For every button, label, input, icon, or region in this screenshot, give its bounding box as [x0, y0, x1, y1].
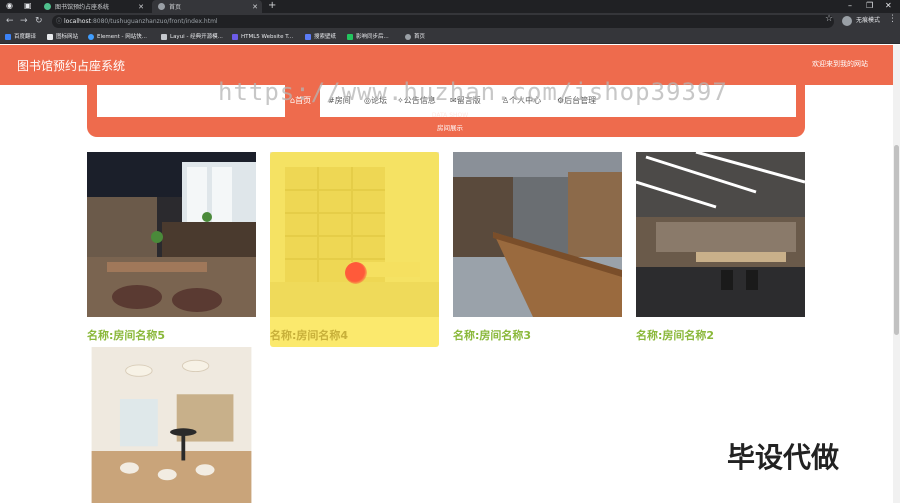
overlay-caption: 毕设代做: [727, 441, 840, 474]
more-menu-icon[interactable]: ⋮: [888, 14, 897, 24]
tab-title: 图书馆预约占座系统: [55, 4, 110, 11]
bookmark-star-icon[interactable]: ☆: [825, 14, 833, 24]
room-name[interactable]: 名称:房间名称4: [270, 327, 348, 343]
bookmark-item[interactable]: 影响同步后...: [347, 32, 389, 42]
avatar[interactable]: [842, 16, 852, 26]
room-photo[interactable]: [636, 152, 805, 317]
profile-label[interactable]: 无痕模式: [856, 16, 880, 26]
close-tab-icon[interactable]: ✕: [252, 3, 258, 11]
scrollbar-thumb[interactable]: [894, 145, 899, 335]
bookmark-item[interactable]: 图标网站: [47, 32, 78, 42]
close-tab-icon[interactable]: ✕: [138, 3, 144, 11]
bookmark-item[interactable]: 搜索壁纸: [305, 32, 336, 42]
room-photo[interactable]: [453, 152, 622, 317]
bookmarks-bar: 百度翻译 图标网站 Element - 网站快... Layui - 经典开源模…: [0, 30, 900, 44]
url-path: :8080/tushuguanzhanzuo/front/index.html: [90, 18, 218, 25]
browser-tab-bar: ◉ ▣ 图书馆预约占座系统 ✕ 首页 ✕ + – ❐ ✕: [0, 0, 900, 13]
mouse-cursor-highlight: [345, 262, 367, 284]
bookmark-item[interactable]: 首页: [405, 32, 425, 42]
bookmark-item[interactable]: Element - 网站快...: [88, 32, 147, 42]
icon-site-icon: [47, 34, 53, 40]
globe-icon: [405, 34, 411, 40]
wallpaper-icon: [305, 34, 311, 40]
globe-favicon-icon: [158, 3, 165, 10]
bookmark-item[interactable]: HTML5 Website T...: [232, 32, 293, 42]
tab-group-icon[interactable]: ▣: [24, 0, 32, 11]
room-name[interactable]: 名称:房间名称3: [453, 327, 531, 343]
room-photo[interactable]: [87, 347, 256, 503]
chrome-logo-icon: ◉: [6, 1, 13, 10]
tab-title: 首页: [169, 4, 182, 11]
vue-favicon-icon: [44, 3, 51, 10]
room-name[interactable]: 名称:房间名称5: [87, 327, 165, 343]
layui-icon: [161, 34, 167, 40]
section-title: 房间展示: [437, 124, 463, 132]
url-input[interactable]: ⓘ localhost:8080/tushuguanzhanzuo/front/…: [52, 15, 834, 28]
tab-home[interactable]: 首页 ✕: [152, 0, 262, 13]
url-host: localhost: [64, 18, 91, 25]
bookmark-item[interactable]: 百度翻译: [5, 32, 36, 42]
html5-icon: [232, 34, 238, 40]
hover-highlight: [270, 152, 439, 347]
bookmark-item[interactable]: Layui - 经典开源模...: [161, 32, 223, 42]
reload-icon[interactable]: ↻: [35, 15, 43, 28]
welcome-text: 欢迎来到我的网站: [812, 60, 868, 68]
element-icon: [88, 34, 94, 40]
address-bar-row: ← → ↻ ⓘ localhost:8080/tushuguanzhanzuo/…: [0, 13, 900, 30]
restore-icon[interactable]: ❐: [866, 0, 873, 11]
close-window-icon[interactable]: ✕: [885, 0, 892, 11]
minimize-icon[interactable]: –: [848, 0, 852, 11]
forward-icon[interactable]: →: [20, 15, 28, 28]
room-photo[interactable]: [87, 152, 256, 317]
site-title: 图书馆预约占座系统: [17, 59, 126, 73]
section-subtitle-en: DATA SHOW: [431, 112, 469, 119]
new-tab-icon[interactable]: +: [268, 0, 276, 12]
sync-icon: [347, 34, 353, 40]
back-icon[interactable]: ←: [6, 15, 14, 28]
watermark: https://www.huzhan.com/ishop39397: [218, 78, 728, 106]
info-icon[interactable]: ⓘ: [56, 15, 62, 28]
room-name[interactable]: 名称:房间名称2: [636, 327, 714, 343]
translate-icon: [5, 34, 11, 40]
tab-system[interactable]: 图书馆预约占座系统 ✕: [38, 0, 148, 13]
